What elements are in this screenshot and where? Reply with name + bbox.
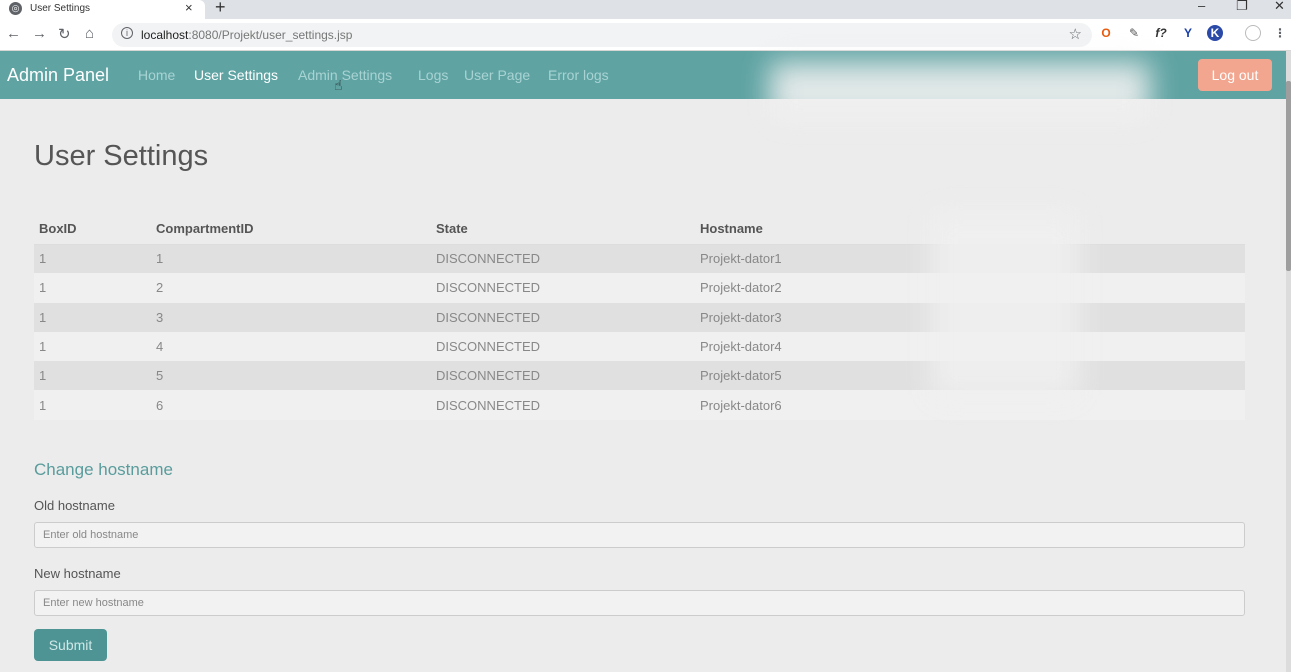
page-title: User Settings: [34, 140, 209, 172]
cell-compartmentid: 4: [156, 339, 164, 355]
extension-icon[interactable]: f?: [1153, 25, 1169, 41]
cell-state: DISCONNECTED: [436, 280, 541, 296]
column-header: State: [431, 214, 695, 245]
cell-compartmentid: 2: [156, 280, 164, 296]
extension-icon[interactable]: Y: [1180, 25, 1196, 41]
browser-toolbar: ← → ↻ ⌂ i localhost:8080/Projekt/user_se…: [0, 19, 1291, 51]
nav-logs[interactable]: Logs: [418, 67, 448, 83]
nav-user-settings[interactable]: User Settings: [194, 67, 278, 83]
restore-icon[interactable]: ❐: [1236, 0, 1248, 14]
globe-icon: ◎: [9, 2, 22, 15]
mouse-cursor-icon: ☝: [334, 77, 343, 93]
info-icon[interactable]: i: [121, 27, 133, 39]
nav-admin-settings[interactable]: Admin Settings: [298, 67, 392, 83]
tab-close-icon[interactable]: ×: [185, 0, 193, 15]
cell-boxid: 1: [39, 309, 47, 325]
close-window-icon[interactable]: ✕: [1274, 0, 1285, 14]
cell-state: DISCONNECTED: [436, 368, 541, 384]
extension-icon[interactable]: ✎: [1126, 25, 1142, 41]
extension-icon[interactable]: K: [1207, 25, 1223, 41]
browser-tab-strip: ◎ User Settings × + – ❐ ✕: [0, 0, 1291, 19]
brand[interactable]: Admin Panel: [7, 65, 109, 86]
cell-state: DISCONNECTED: [436, 309, 541, 325]
old-hostname-input[interactable]: [34, 522, 1245, 548]
old-hostname-label: Old hostname: [34, 498, 115, 513]
cell-compartmentid: 3: [156, 309, 164, 325]
cell-state: DISCONNECTED: [436, 397, 541, 413]
cell-compartmentid: 1: [156, 251, 164, 267]
forward-icon[interactable]: →: [32, 25, 47, 42]
logout-button[interactable]: Log out: [1198, 59, 1272, 91]
submit-button[interactable]: Submit: [34, 629, 107, 661]
address-bar[interactable]: i localhost:8080/Projekt/user_settings.j…: [112, 23, 1092, 47]
nav-home[interactable]: Home: [138, 67, 175, 83]
cell-state: DISCONNECTED: [436, 251, 541, 267]
extension-icon[interactable]: O: [1098, 25, 1114, 41]
new-tab-button[interactable]: +: [215, 0, 226, 18]
new-hostname-input[interactable]: [34, 590, 1245, 616]
cell-boxid: 1: [39, 251, 47, 267]
column-header: BoxID: [34, 214, 151, 245]
cell-boxid: 1: [39, 368, 47, 384]
nav-error-logs[interactable]: Error logs: [548, 67, 609, 83]
tab-title: User Settings: [30, 3, 91, 14]
blur-overlay: [770, 62, 1150, 122]
cell-boxid: 1: [39, 397, 47, 413]
cell-state: DISCONNECTED: [436, 339, 541, 355]
bookmark-star-icon[interactable]: ☆: [1069, 25, 1082, 43]
back-icon[interactable]: ←: [6, 25, 21, 42]
scrollbar-thumb[interactable]: [1286, 81, 1291, 271]
url-text: localhost:8080/Projekt/user_settings.jsp: [141, 28, 353, 42]
reload-icon[interactable]: ↻: [58, 25, 71, 43]
menu-icon[interactable]: ⋮: [1272, 25, 1288, 41]
column-header: CompartmentID: [151, 214, 431, 245]
cell-boxid: 1: [39, 280, 47, 296]
blur-overlay: [930, 210, 1080, 400]
nav-user-page[interactable]: User Page: [464, 67, 530, 83]
cell-boxid: 1: [39, 339, 47, 355]
cell-compartmentid: 6: [156, 397, 164, 413]
profile-icon[interactable]: [1245, 25, 1261, 41]
browser-tab[interactable]: ◎ User Settings ×: [0, 0, 205, 19]
change-hostname-heading: Change hostname: [34, 460, 173, 479]
minimize-icon[interactable]: –: [1198, 0, 1205, 13]
cell-compartmentid: 5: [156, 368, 164, 384]
new-hostname-label: New hostname: [34, 566, 121, 581]
home-icon[interactable]: ⌂: [85, 25, 94, 42]
scrollbar[interactable]: [1286, 51, 1291, 672]
